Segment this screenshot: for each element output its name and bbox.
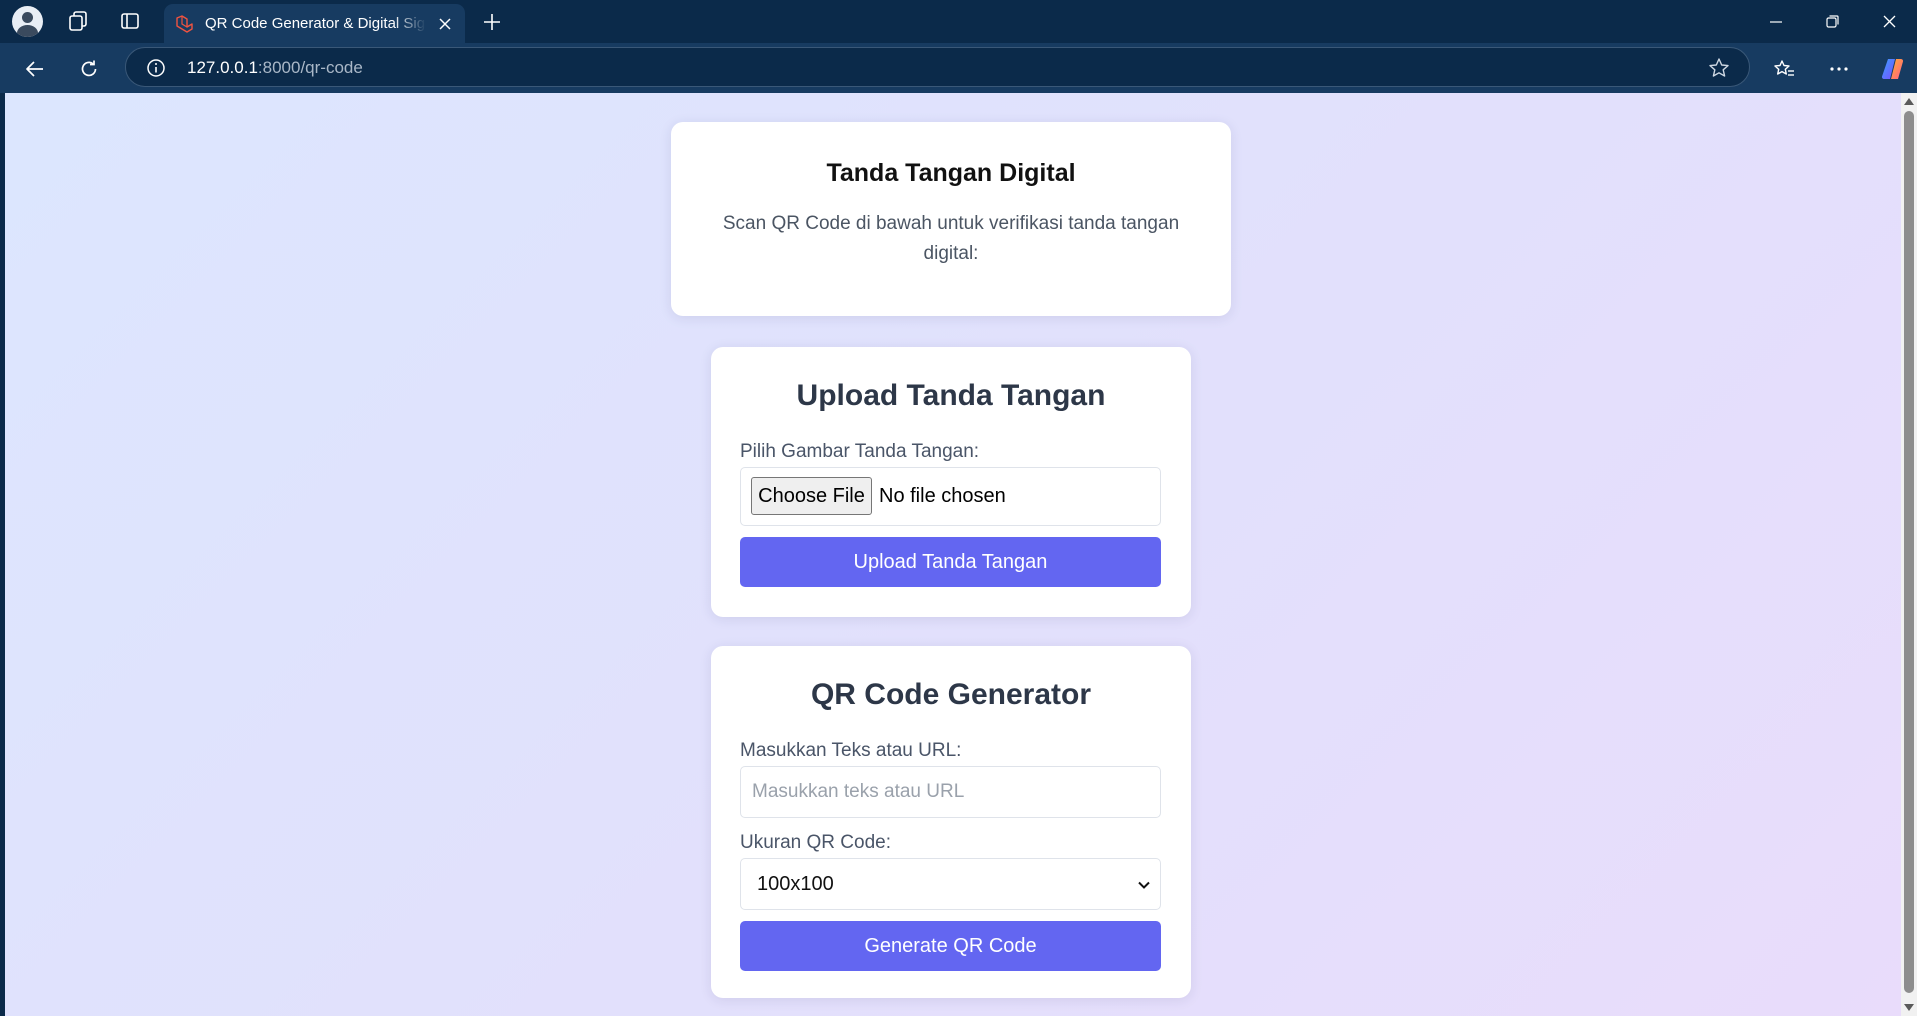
close-window-icon[interactable] [1861,0,1917,43]
address-bar[interactable]: 127.0.0.1:8000/qr-code [125,47,1750,87]
signature-card-title: Tanda Tangan Digital [826,159,1076,187]
choose-file-button[interactable]: Choose File [751,477,872,515]
tab-title: QR Code Generator & Digital Signature [205,15,426,32]
new-tab-icon[interactable] [478,9,506,35]
scroll-down-arrow-icon[interactable] [1904,1004,1914,1011]
generate-qr-button[interactable]: Generate QR Code [740,921,1161,971]
size-select-label: Ukuran QR Code: [740,832,892,853]
signature-card-description: Scan QR Code di bawah untuk verifikasi t… [722,213,1180,264]
workspaces-icon[interactable] [61,6,95,36]
copilot-icon[interactable] [1877,53,1909,85]
favorite-star-icon[interactable] [1708,57,1730,79]
favorites-icon[interactable] [1768,53,1800,85]
scrollbar-thumb[interactable] [1904,111,1914,993]
qr-size-select[interactable]: 100x100 [740,858,1161,910]
page-scrollbar[interactable] [1901,93,1917,1016]
laravel-favicon-icon [176,15,193,33]
more-options-icon[interactable] [1823,53,1855,85]
tab-close-icon[interactable] [434,13,456,35]
browser-titlebar: QR Code Generator & Digital Signature [0,0,1917,43]
site-info-icon[interactable] [146,58,166,78]
qr-card-title: QR Code Generator [810,678,1092,711]
file-status-text: No file chosen [879,485,1006,507]
text-input-label: Masukkan Teks atau URL: [740,740,962,761]
scroll-up-arrow-icon[interactable] [1904,98,1914,105]
url-path: :8000/qr-code [257,58,363,77]
digital-signature-card: Tanda Tangan Digital Scan QR Code di baw… [671,122,1231,316]
reload-icon[interactable] [73,53,105,85]
upload-signature-button[interactable]: Upload Tanda Tangan [740,537,1161,587]
file-input-label: Pilih Gambar Tanda Tangan: [740,441,980,462]
back-arrow-icon[interactable] [19,53,51,85]
url-host: 127.0.0.1 [187,58,258,77]
tab-actions-icon[interactable] [113,6,147,36]
qr-generator-card: QR Code Generator Masukkan Teks atau URL… [711,646,1191,998]
browser-tab-active[interactable]: QR Code Generator & Digital Signature [164,4,465,43]
qr-text-placeholder: Masukkan teks atau URL [752,781,965,802]
restore-window-icon[interactable] [1804,0,1860,43]
chevron-down-icon [1138,881,1150,889]
upload-card-title: Upload Tanda Tangan [796,379,1106,412]
signature-file-input[interactable]: Choose File No file chosen [740,467,1161,526]
page-viewport: Tanda Tangan Digital Scan QR Code di baw… [5,93,1917,1016]
minimize-window-icon[interactable] [1748,0,1804,43]
url-text[interactable]: 127.0.0.1:8000/qr-code [187,58,363,78]
qr-size-selected-value: 100x100 [757,872,834,895]
browser-toolbar: 127.0.0.1:8000/qr-code [0,43,1917,93]
profile-avatar-icon[interactable] [10,5,44,37]
upload-signature-card: Upload Tanda Tangan Pilih Gambar Tanda T… [711,347,1191,617]
qr-text-input[interactable]: Masukkan teks atau URL [740,766,1161,818]
